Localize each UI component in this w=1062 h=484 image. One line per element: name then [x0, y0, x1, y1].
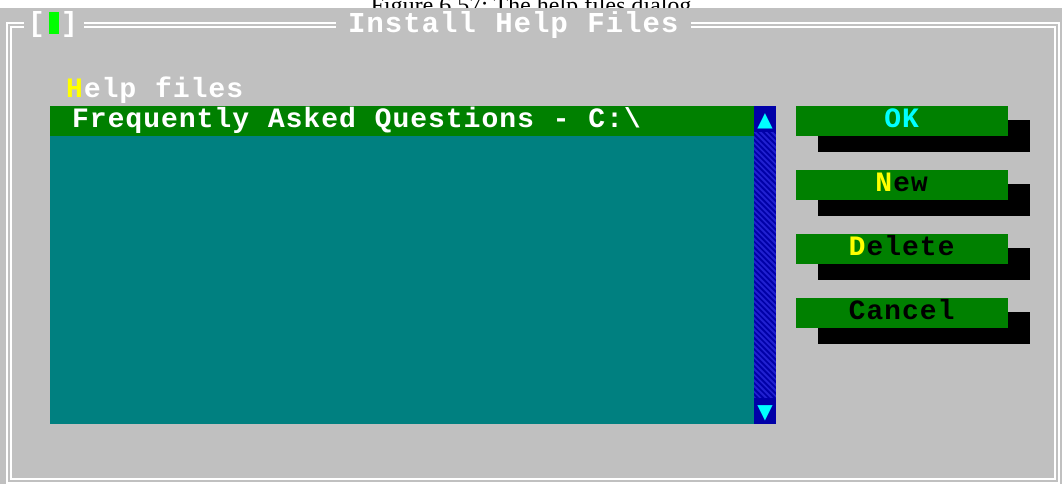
delete-button-wrap: Delete: [796, 234, 1030, 280]
delete-button[interactable]: Delete: [796, 234, 1008, 264]
help-files-label-hotkey: H: [66, 75, 84, 106]
close-icon[interactable]: [48, 12, 59, 34]
cancel-button[interactable]: Cancel: [796, 298, 1008, 328]
help-files-list[interactable]: Frequently Asked Questions - C:\: [50, 106, 754, 424]
scroll-down-icon[interactable]: ▼: [754, 398, 776, 424]
list-item[interactable]: Frequently Asked Questions - C:\: [50, 106, 754, 136]
delete-button-label: elete: [866, 233, 956, 264]
help-files-label-rest: elp files: [83, 75, 245, 106]
title-bar: [] Install Help Files: [0, 8, 1062, 42]
scroll-up-icon[interactable]: ▲: [754, 106, 776, 132]
close-box[interactable]: []: [24, 10, 84, 40]
new-button-hotkey: N: [875, 169, 894, 200]
help-files-label[interactable]: Help files: [66, 76, 244, 106]
list-scrollbar[interactable]: ▲ ▼: [754, 106, 776, 424]
close-box-left: [: [28, 9, 47, 40]
cancel-button-wrap: Cancel: [796, 298, 1030, 344]
ok-button[interactable]: OK: [796, 106, 1008, 136]
new-button[interactable]: New: [796, 170, 1008, 200]
new-button-label: ew: [893, 169, 929, 200]
delete-button-hotkey: D: [848, 233, 867, 264]
ok-button-wrap: OK: [796, 106, 1030, 152]
new-button-wrap: New: [796, 170, 1030, 216]
close-box-right: ]: [60, 9, 80, 40]
install-help-files-dialog: [] Install Help Files Help files Frequen…: [0, 8, 1062, 484]
dialog-title: Install Help Files: [336, 10, 692, 40]
